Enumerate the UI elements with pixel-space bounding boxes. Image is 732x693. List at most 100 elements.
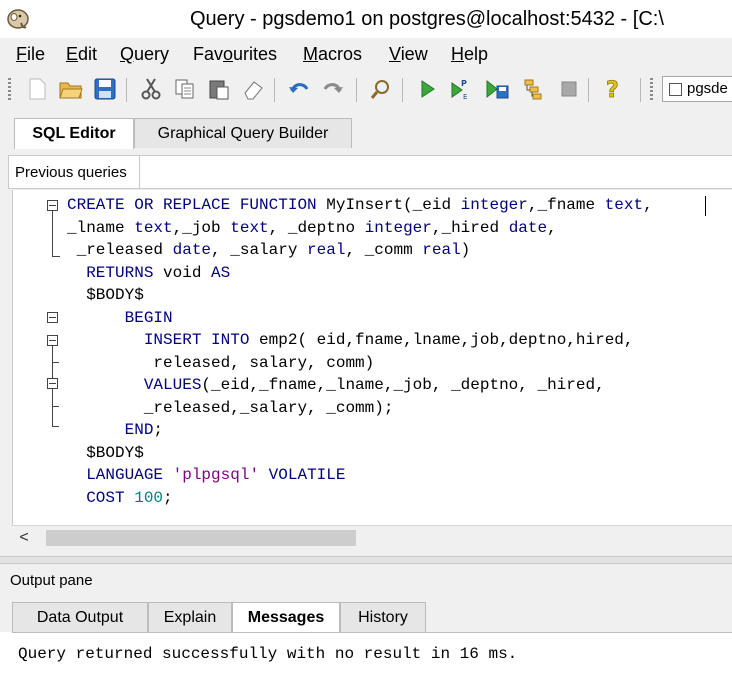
fold-toggle-icon[interactable] <box>47 378 58 389</box>
text-caret <box>705 196 706 216</box>
menu-favourites-label: urites <box>233 44 278 64</box>
toolbar-grip[interactable] <box>650 78 653 102</box>
code-line: END; <box>124 421 164 439</box>
tab-history[interactable]: History <box>340 602 426 632</box>
help-icon[interactable]: ? <box>600 76 626 102</box>
toolbar-separator <box>588 78 589 102</box>
toolbar: PE ? pgsde <box>0 72 732 109</box>
database-selector[interactable]: pgsde <box>662 76 732 102</box>
fold-mid-tick <box>52 362 59 363</box>
fold-toggle-icon[interactable] <box>47 200 58 211</box>
tab-sql-editor[interactable]: SQL Editor <box>14 118 134 149</box>
execute-to-file-icon[interactable] <box>484 76 510 102</box>
code-line: CREATE OR REPLACE FUNCTION MyInsert(_eid… <box>67 196 653 214</box>
code-line: INSERT INTO emp2( eid,fname,lname,job,de… <box>143 331 634 349</box>
menu-edit[interactable]: Edit <box>66 44 97 65</box>
code-line: LANGUAGE 'plpgsql' VOLATILE <box>86 466 346 484</box>
fold-gutter <box>13 190 63 525</box>
code-line: COST 100; <box>86 488 173 507</box>
tab-messages[interactable]: Messages <box>232 602 340 633</box>
find-icon[interactable] <box>368 76 394 102</box>
menu-query-label: uery <box>134 44 170 64</box>
clear-eraser-icon[interactable] <box>240 76 266 102</box>
menu-macros[interactable]: Macros <box>303 44 362 65</box>
menu-edit-label: dit <box>78 44 98 64</box>
menu-query[interactable]: Query <box>120 44 169 65</box>
fold-toggle-icon[interactable] <box>47 335 58 346</box>
open-folder-icon[interactable] <box>58 76 84 102</box>
toolbar-separator <box>402 78 403 102</box>
toolbar-separator <box>274 78 275 102</box>
code-line: VALUES(_eid,_fname,_lname,_job, _deptno,… <box>143 376 605 394</box>
previous-queries-dropdown[interactable] <box>139 155 732 189</box>
menu-query-mnemonic: Q <box>120 44 135 64</box>
scroll-left-icon[interactable]: < <box>14 528 34 548</box>
explain-analyze-icon[interactable] <box>520 76 546 102</box>
code-line: _released,_salary, _comm); <box>67 398 394 417</box>
previous-queries-bar: Previous queries <box>8 155 732 189</box>
code-line: RETURNS void AS <box>86 263 231 282</box>
fold-end-tick <box>52 426 59 427</box>
menu-view-label: iew <box>400 44 428 64</box>
menu-favourites-prefix: Fav <box>193 44 224 64</box>
execute-icon[interactable] <box>414 76 440 102</box>
new-file-icon[interactable] <box>24 76 50 102</box>
menu-file-mnemonic: F <box>16 44 27 64</box>
toolbar-grip[interactable] <box>8 78 11 102</box>
cut-icon[interactable] <box>138 76 164 102</box>
code-line: _lname text,_job text, _deptno integer,_… <box>67 218 557 237</box>
tab-explain[interactable]: Explain <box>148 602 232 632</box>
pane-splitter[interactable] <box>0 556 732 564</box>
menu-help[interactable]: Help <box>451 44 488 65</box>
menu-help-mnemonic: H <box>451 44 464 64</box>
menu-macros-label: acros <box>318 44 363 64</box>
menu-edit-mnemonic: E <box>66 44 79 64</box>
fold-line <box>52 346 53 380</box>
svg-text:E: E <box>463 93 467 101</box>
fold-mid-tick <box>52 406 59 407</box>
code-line: BEGIN <box>124 308 173 327</box>
database-selector-value: pgsde <box>687 80 728 97</box>
undo-icon[interactable] <box>286 76 312 102</box>
result-message: Query returned successfully with no resu… <box>18 645 518 663</box>
fold-end-tick <box>52 256 60 257</box>
toolbar-separator <box>126 78 127 102</box>
horizontal-scrollbar[interactable]: < <box>12 525 732 550</box>
explain-icon[interactable]: PE <box>448 76 474 102</box>
menu-file[interactable]: File <box>16 44 45 65</box>
output-pane-label: Output pane <box>10 572 93 589</box>
menu-help-label: elp <box>464 44 489 64</box>
messages-panel[interactable]: Query returned successfully with no resu… <box>12 632 732 693</box>
previous-queries-label: Previous queries <box>15 164 127 181</box>
menu-macros-mnemonic: M <box>303 44 318 64</box>
menu-bar: File Edit Query Favourites Macros View H… <box>0 38 732 72</box>
svg-text:?: ? <box>606 78 619 101</box>
menu-favourites-mnemonic: o <box>223 44 234 64</box>
tab-data-output[interactable]: Data Output <box>12 602 148 632</box>
save-icon[interactable] <box>92 76 118 102</box>
output-pane-header: Output pane <box>0 564 732 598</box>
stop-icon[interactable] <box>556 76 582 102</box>
menu-favourites[interactable]: Favourites <box>193 44 277 65</box>
copy-icon[interactable] <box>172 76 198 102</box>
menu-file-label: ile <box>27 44 46 64</box>
code-line: $BODY$ <box>67 443 144 462</box>
fold-toggle-icon[interactable] <box>47 312 58 323</box>
paste-icon[interactable] <box>206 76 232 102</box>
code-line: _released date, _salary real, _comm real… <box>67 241 471 259</box>
title-bar: Query - pgsdemo1 on postgres@localhost:5… <box>0 0 732 38</box>
fold-line <box>52 211 53 257</box>
sql-editor[interactable]: CREATE OR REPLACE FUNCTION MyInsert(_eid… <box>12 190 732 525</box>
toolbar-separator <box>640 78 641 102</box>
svg-text:P: P <box>461 79 467 88</box>
redo-icon[interactable] <box>320 76 346 102</box>
menu-view[interactable]: View <box>389 44 428 65</box>
pgadmin-elephant-icon[interactable] <box>5 5 31 31</box>
code-line: released, salary, comm) <box>67 353 375 372</box>
code-line: $BODY$ <box>67 286 144 304</box>
scrollbar-thumb[interactable] <box>46 530 356 546</box>
sql-code[interactable]: CREATE OR REPLACE FUNCTION MyInsert(_eid… <box>67 194 653 509</box>
database-checkbox[interactable] <box>669 83 682 96</box>
tab-graphical-query-builder[interactable]: Graphical Query Builder <box>134 118 352 148</box>
toolbar-separator <box>356 78 357 102</box>
